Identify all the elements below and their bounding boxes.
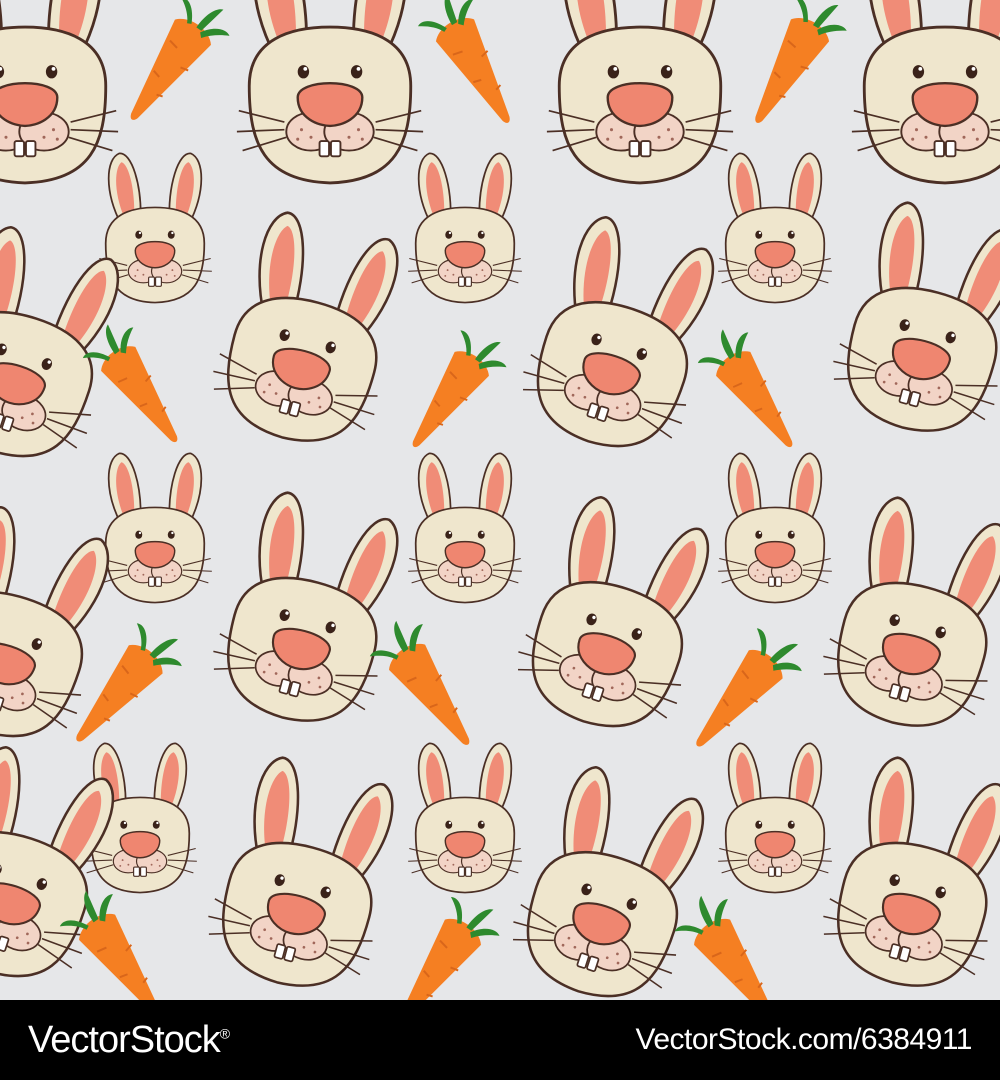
- pattern-canvas: VectorStock® VectorStock.com/6384911: [0, 0, 1000, 1080]
- watermark-brand: VectorStock®: [28, 1018, 230, 1062]
- watermark-bar: VectorStock® VectorStock.com/6384911: [0, 1000, 1000, 1080]
- bunny-face-icon: [545, 0, 735, 185]
- registered-mark: ®: [219, 1024, 230, 1041]
- bunny-carrot-pattern: [0, 0, 1000, 1000]
- watermark-stock-id: VectorStock.com/6384911: [635, 1023, 973, 1056]
- pattern-svg: [0, 0, 1000, 1000]
- brand-name: VectorStock: [28, 1018, 221, 1061]
- bunny-face-icon: [235, 0, 425, 185]
